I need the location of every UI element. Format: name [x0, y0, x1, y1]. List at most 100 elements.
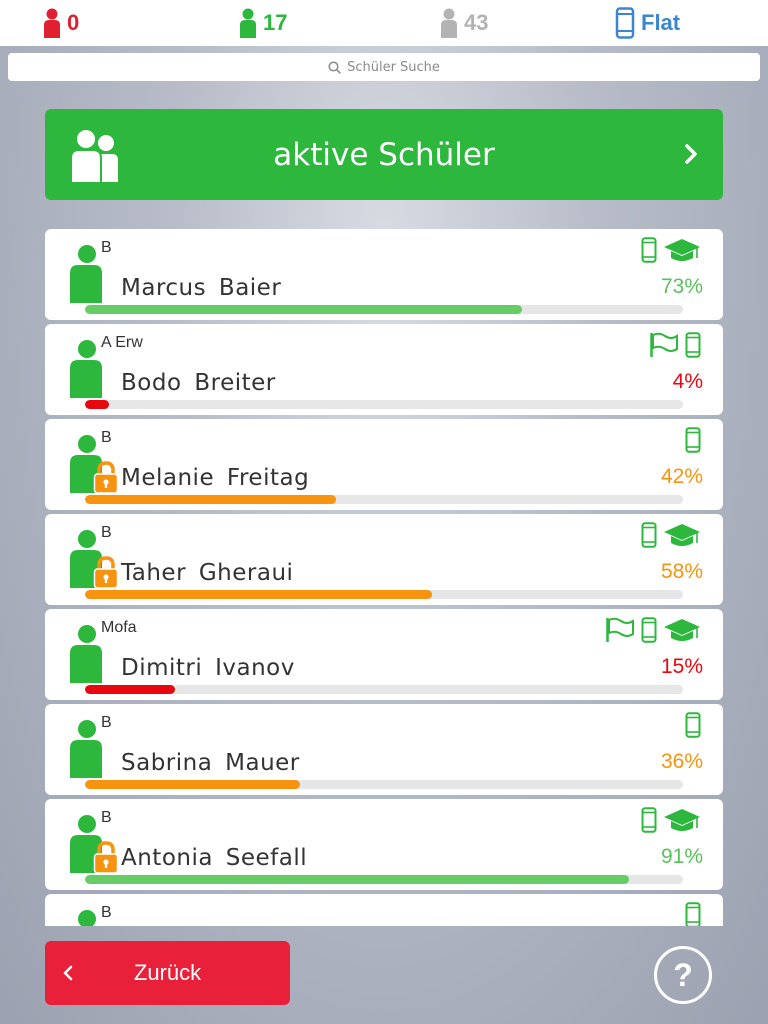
phone-icon [615, 7, 635, 39]
student-class-label: B [101, 524, 112, 541]
student-status-icons [649, 330, 701, 360]
graduation-cap-icon [663, 617, 701, 643]
student-class-label: A Erw [101, 334, 143, 351]
student-name: Bodo Breiter [121, 370, 276, 396]
lock-icon [93, 841, 119, 875]
student-first-name: Melanie [121, 465, 215, 491]
progress-bar-fill [85, 780, 301, 789]
student-list[interactable]: B Marcus Baier 73% A Erw Bodo Breiter 4% B Mela… [45, 229, 723, 926]
counter-gray-value: 43 [464, 10, 489, 35]
student-class-label: Mofa [101, 619, 137, 636]
student-status-icons [641, 235, 701, 265]
active-students-header[interactable]: aktive Schüler [45, 109, 723, 200]
phone-icon [641, 617, 657, 643]
person-icon [69, 910, 103, 926]
student-last-name: Mauer [225, 750, 300, 776]
graduation-cap-icon [663, 522, 701, 548]
search-field[interactable]: Schüler Suche [8, 53, 760, 81]
person-icon [44, 8, 60, 38]
progress-bar [85, 685, 683, 694]
student-status-icons [641, 805, 701, 835]
progress-bar [85, 875, 683, 884]
student-row[interactable]: B Sabrina Mauer 36% [45, 704, 723, 795]
flag-icon [605, 617, 635, 643]
student-name: Melanie Freitag [121, 465, 309, 491]
counter-red[interactable]: 0 [43, 6, 79, 40]
student-name: Sabrina Mauer [121, 750, 300, 776]
student-first-name: Antonia [121, 845, 213, 871]
student-class-label: B [101, 239, 112, 256]
counter-red-value: 0 [67, 10, 80, 35]
student-status-icons [641, 520, 701, 550]
student-last-name: Freitag [226, 465, 310, 491]
student-name: Taher Gheraui [121, 560, 293, 586]
progress-percent: 42% [660, 465, 703, 488]
progress-percent: 91% [660, 845, 703, 868]
progress-percent: 36% [660, 750, 703, 773]
person-icon [69, 625, 103, 683]
progress-bar [85, 590, 683, 599]
counter-flat-label: Flat [641, 10, 681, 35]
phone-icon [685, 902, 701, 926]
phone-icon [641, 807, 657, 833]
counter-green[interactable]: 17 [239, 6, 287, 40]
student-row[interactable]: Mofa Dimitri Ivanov 15% [45, 609, 723, 700]
student-last-name: Seefall [225, 845, 308, 871]
progress-percent: 15% [660, 655, 703, 678]
student-first-name: Marcus [121, 275, 207, 301]
progress-bar-fill [85, 685, 175, 694]
lock-icon [93, 556, 119, 590]
student-row[interactable]: B [45, 894, 723, 926]
progress-bar [85, 780, 683, 789]
student-first-name: Sabrina [121, 750, 213, 776]
student-status-icons [685, 900, 701, 926]
student-name: Marcus Baier [121, 275, 281, 301]
student-class-label: B [101, 429, 112, 446]
student-class-label: B [101, 714, 112, 731]
counter-green-value: 17 [263, 10, 288, 35]
graduation-cap-icon [663, 237, 701, 263]
progress-bar-fill [85, 590, 432, 599]
phone-icon [685, 427, 701, 453]
counter-flat[interactable]: Flat [615, 6, 680, 40]
counter-gray[interactable]: 43 [440, 6, 488, 40]
search-icon [328, 60, 341, 74]
student-row[interactable]: B Taher Gheraui 58% [45, 514, 723, 605]
progress-percent: 73% [660, 275, 703, 298]
student-row[interactable]: B Antonia Seefall 91% [45, 799, 723, 890]
progress-bar-fill [85, 495, 337, 504]
flag-icon [649, 332, 679, 358]
student-row[interactable]: B Melanie Freitag 42% [45, 419, 723, 510]
progress-bar-fill [85, 400, 109, 409]
chevron-right-icon [685, 144, 697, 164]
person-icon [441, 8, 457, 38]
progress-bar [85, 305, 683, 314]
student-name: Antonia Seefall [121, 845, 307, 871]
back-button-label: Zurück [133, 960, 202, 985]
back-button[interactable]: Zurück [45, 941, 290, 1005]
help-button[interactable]: ? [654, 946, 712, 1004]
student-last-name: Gheraui [198, 560, 294, 586]
student-row[interactable]: B Marcus Baier 73% [45, 229, 723, 320]
search-placeholder: Schüler Suche [347, 59, 440, 75]
lock-icon [93, 461, 119, 495]
progress-bar [85, 495, 683, 504]
group-title: aktive Schüler [273, 136, 495, 173]
person-icon [240, 8, 256, 38]
progress-percent: 58% [660, 560, 703, 583]
student-class-label: B [101, 904, 112, 921]
progress-bar-fill [85, 305, 522, 314]
student-last-name: Breiter [194, 370, 276, 396]
student-row[interactable]: A Erw Bodo Breiter 4% [45, 324, 723, 415]
student-name: Dimitri Ivanov [121, 655, 295, 681]
phone-icon [641, 522, 657, 548]
phone-icon [641, 237, 657, 263]
student-status-icons [685, 425, 701, 455]
phone-icon [685, 332, 701, 358]
status-counter-bar: 0 17 43 Flat [0, 0, 768, 46]
student-first-name: Bodo [121, 370, 182, 396]
student-status-icons [605, 615, 701, 645]
progress-bar-fill [85, 875, 630, 884]
person-icon [69, 245, 103, 303]
student-last-name: Baier [218, 275, 282, 301]
